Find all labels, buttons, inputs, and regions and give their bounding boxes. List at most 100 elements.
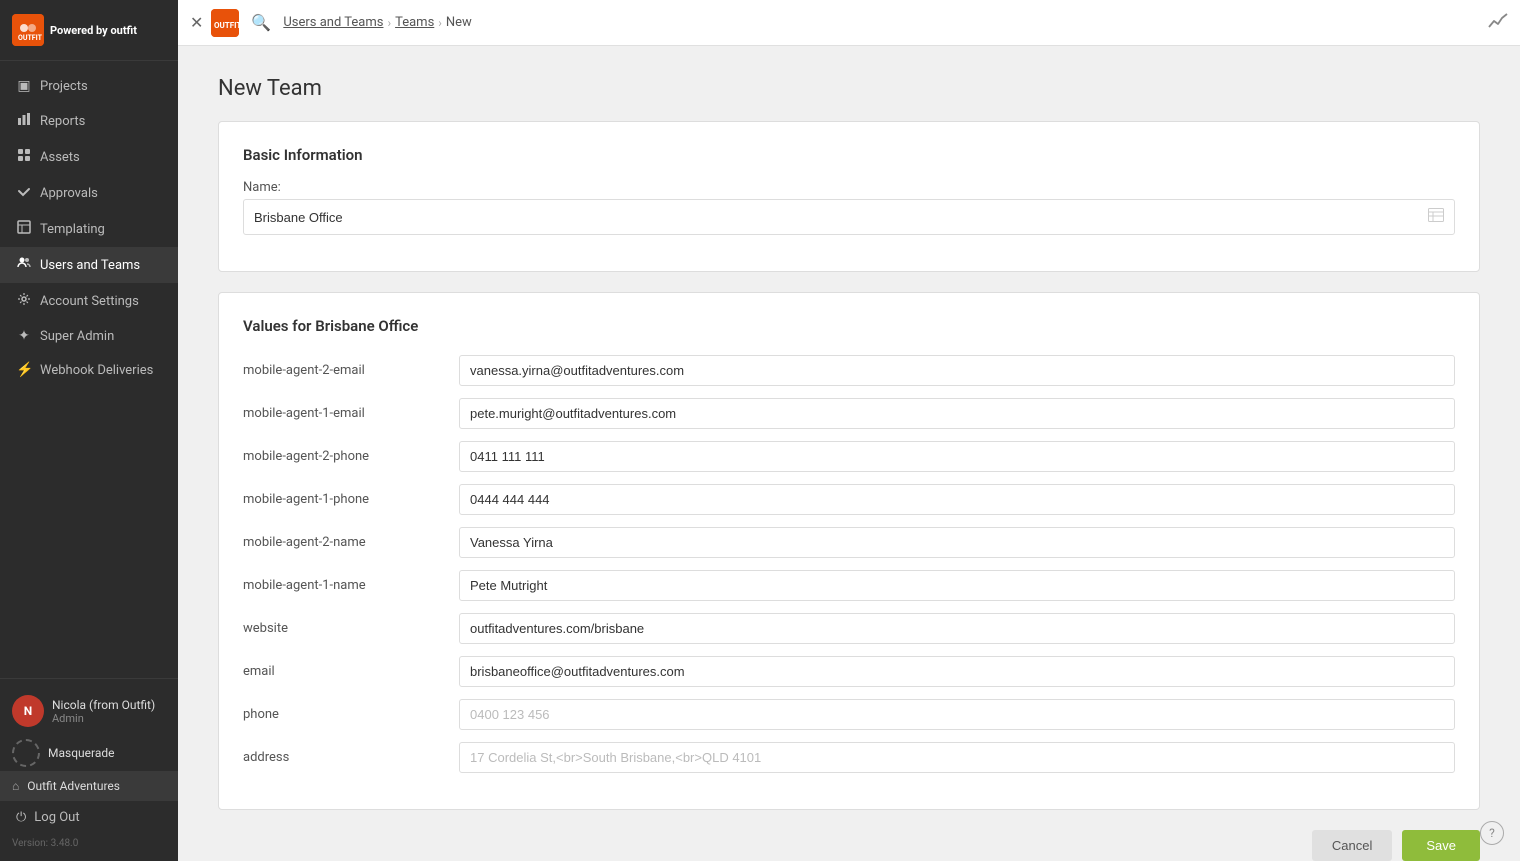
sidebar-item-users-and-teams[interactable]: Users and Teams xyxy=(0,247,178,283)
basic-info-card: Basic Information Name: xyxy=(218,121,1480,272)
sidebar-item-label: Approvals xyxy=(40,186,98,201)
values-input-mobile-agent-1-email[interactable] xyxy=(459,398,1455,429)
avatar: N xyxy=(12,695,44,727)
org-icon: ⌂ xyxy=(12,779,19,793)
values-key: mobile-agent-2-phone xyxy=(243,449,443,464)
sidebar-item-label: Users and Teams xyxy=(40,258,140,273)
approvals-icon xyxy=(16,184,32,202)
sidebar-item-approvals[interactable]: Approvals xyxy=(0,175,178,211)
values-card: Values for Brisbane Office mobile-agent-… xyxy=(218,292,1480,810)
values-val xyxy=(459,613,1455,644)
topbar-logo: OUTFIT xyxy=(211,9,239,37)
values-row: mobile-agent-2-email xyxy=(243,355,1455,386)
logout-item[interactable]: ⏻ Log Out xyxy=(0,801,178,834)
super-admin-icon: ✦ xyxy=(16,328,32,344)
breadcrumb-sep-2: › xyxy=(438,16,442,30)
sidebar-nav: ▣ Projects Reports Assets Approvals Te xyxy=(0,61,178,678)
values-row: mobile-agent-1-phone xyxy=(243,484,1455,515)
values-val xyxy=(459,570,1455,601)
sidebar-item-projects[interactable]: ▣ Projects xyxy=(0,69,178,103)
values-input-mobile-agent-1-name[interactable] xyxy=(459,570,1455,601)
values-input-address[interactable] xyxy=(459,742,1455,773)
cancel-button[interactable]: Cancel xyxy=(1312,830,1392,861)
values-row: mobile-agent-1-email xyxy=(243,398,1455,429)
breadcrumb-teams[interactable]: Teams xyxy=(395,15,434,30)
values-key: mobile-agent-1-phone xyxy=(243,492,443,507)
values-key: phone xyxy=(243,707,443,722)
close-icon[interactable]: ✕ xyxy=(190,13,203,32)
sidebar-header: OUTFIT Powered by outfit xyxy=(0,0,178,61)
svg-text:OUTFIT: OUTFIT xyxy=(18,34,43,42)
sidebar-item-label: Templating xyxy=(40,222,105,237)
breadcrumb-sep-1: › xyxy=(387,16,391,30)
masquerade-item[interactable]: Masquerade xyxy=(0,735,178,771)
values-row: mobile-agent-2-phone xyxy=(243,441,1455,472)
values-section-title: Values for Brisbane Office xyxy=(243,317,1455,335)
assets-icon xyxy=(16,148,32,166)
values-row: mobile-agent-1-name xyxy=(243,570,1455,601)
sidebar-item-label: Super Admin xyxy=(40,329,114,344)
sidebar-item-label: Projects xyxy=(40,79,88,94)
sidebar-item-label: Webhook Deliveries xyxy=(40,363,153,378)
topbar: ✕ OUTFIT 🔍 Users and Teams › Teams › New xyxy=(178,0,1520,46)
values-val xyxy=(459,441,1455,472)
values-input-mobile-agent-2-email[interactable] xyxy=(459,355,1455,386)
settings-icon xyxy=(16,292,32,310)
values-row: email xyxy=(243,656,1455,687)
sidebar-item-reports[interactable]: Reports xyxy=(0,103,178,139)
values-key: address xyxy=(243,750,443,765)
sidebar-item-webhook-deliveries[interactable]: ⚡ Webhook Deliveries xyxy=(0,353,178,387)
values-input-mobile-agent-2-name[interactable] xyxy=(459,527,1455,558)
values-key: mobile-agent-2-email xyxy=(243,363,443,378)
version-text: Version: 3.48.0 xyxy=(0,834,178,853)
values-row: website xyxy=(243,613,1455,644)
values-row: address xyxy=(243,742,1455,773)
outfit-logo-icon: OUTFIT xyxy=(12,14,44,46)
sidebar-item-account-settings[interactable]: Account Settings xyxy=(0,283,178,319)
user-info: N Nicola (from Outfit) Admin xyxy=(0,687,178,735)
user-name: Nicola (from Outfit) xyxy=(52,698,166,712)
values-input-mobile-agent-2-phone[interactable] xyxy=(459,441,1455,472)
logout-label: Log Out xyxy=(34,810,79,825)
sidebar: OUTFIT Powered by outfit ▣ Projects Repo… xyxy=(0,0,178,861)
user-details: Nicola (from Outfit) Admin xyxy=(52,698,166,725)
analytics-icon[interactable] xyxy=(1488,14,1508,33)
masquerade-avatar xyxy=(12,739,40,767)
sidebar-item-label: Reports xyxy=(40,114,85,129)
values-input-email[interactable] xyxy=(459,656,1455,687)
topbar-right xyxy=(1488,13,1508,33)
table-icon xyxy=(1428,208,1444,226)
values-key: mobile-agent-1-email xyxy=(243,406,443,421)
org-item[interactable]: ⌂ Outfit Adventures xyxy=(0,771,178,801)
logout-icon: ⏻ xyxy=(16,810,26,825)
help-icon[interactable]: ? xyxy=(1480,821,1504,845)
page-title: New Team xyxy=(218,76,1480,101)
search-icon[interactable]: 🔍 xyxy=(251,13,271,32)
sidebar-item-label: Account Settings xyxy=(40,294,139,309)
name-form-group: Name: xyxy=(243,180,1455,235)
main-area: ✕ OUTFIT 🔍 Users and Teams › Teams › New… xyxy=(178,0,1520,861)
basic-info-title: Basic Information xyxy=(243,146,1455,164)
values-val xyxy=(459,527,1455,558)
outfit-logo: OUTFIT xyxy=(12,14,44,46)
sidebar-item-super-admin[interactable]: ✦ Super Admin xyxy=(0,319,178,353)
values-input-phone[interactable] xyxy=(459,699,1455,730)
values-key: email xyxy=(243,664,443,679)
sidebar-item-assets[interactable]: Assets xyxy=(0,139,178,175)
save-button[interactable]: Save xyxy=(1402,830,1480,861)
values-val xyxy=(459,484,1455,515)
values-row: phone xyxy=(243,699,1455,730)
projects-icon: ▣ xyxy=(16,78,32,94)
org-name: Outfit Adventures xyxy=(27,779,120,793)
values-input-mobile-agent-1-phone[interactable] xyxy=(459,484,1455,515)
values-val xyxy=(459,355,1455,386)
values-val xyxy=(459,699,1455,730)
breadcrumb-users-and-teams[interactable]: Users and Teams xyxy=(283,15,383,30)
values-input-website[interactable] xyxy=(459,613,1455,644)
powered-by-text: Powered by outfit xyxy=(50,24,137,37)
users-icon xyxy=(16,256,32,274)
name-input[interactable] xyxy=(254,210,1428,225)
templating-icon xyxy=(16,220,32,238)
breadcrumb-new: New xyxy=(446,15,472,30)
sidebar-item-templating[interactable]: Templating xyxy=(0,211,178,247)
